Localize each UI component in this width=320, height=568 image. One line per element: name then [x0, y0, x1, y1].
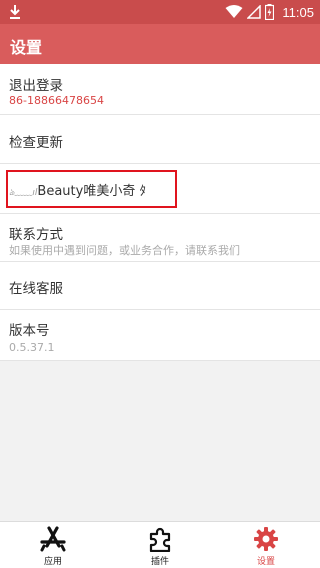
clock: 11:05 — [282, 4, 314, 20]
page-title: 设置 — [10, 38, 43, 57]
nav-item-settings[interactable]: 设置 — [236, 526, 296, 567]
download-icon — [10, 5, 20, 19]
battery-charging-icon — [265, 4, 275, 20]
nav-item-apps[interactable]: 应用 — [23, 526, 83, 567]
contact-description: 如果使用中遇到问题，或业务合作，请联系我们 — [9, 244, 240, 257]
version-label: 版本号 — [9, 323, 50, 339]
contact-row[interactable]: 联系方式 如果使用中遇到问题，或业务合作，请联系我们 — [0, 214, 320, 262]
version-row: 版本号 0.5.37.1 — [0, 310, 320, 361]
nav-item-plugins[interactable]: 插件 — [130, 526, 190, 567]
online-service-row[interactable]: 在线客服 — [0, 262, 320, 310]
logout-label: 退出登录 — [9, 78, 63, 94]
nav-label-settings: 设置 — [256, 557, 275, 567]
wifi-icon — [225, 5, 243, 18]
name-decoration: ঌ﹏﹏ıl — [9, 188, 38, 198]
status-bar: 11:05 — [0, 0, 320, 24]
nav-label-apps: 应用 — [43, 557, 62, 567]
bottom-nav: 应用 插件 设置 — [0, 521, 320, 568]
gear-icon — [254, 527, 278, 551]
contact-label: 联系方式 — [9, 227, 63, 243]
system-tray: 11:05 — [225, 3, 314, 21]
puzzle-icon — [149, 527, 171, 552]
app-bar: 设置 — [0, 24, 320, 64]
check-update-label: 检查更新 — [9, 135, 63, 151]
version-value: 0.5.37.1 — [9, 341, 55, 354]
check-update-row[interactable]: 检查更新 — [0, 115, 320, 164]
nav-label-plugins: 插件 — [150, 557, 169, 567]
logout-row[interactable]: 退出登录 86-18866478654 — [0, 64, 320, 115]
signal-icon — [247, 5, 262, 19]
phone-number: 86-18866478654 — [9, 94, 104, 107]
online-service-label: 在线客服 — [9, 281, 63, 297]
app-store-icon — [40, 526, 66, 552]
account-name-row[interactable]: ঌ﹏﹏ılBeauty唯美小奇 ﾀ — [0, 164, 320, 214]
account-name-label: ঌ﹏﹏ılBeauty唯美小奇 ﾀ — [9, 180, 146, 200]
account-name-text: Beauty唯美小奇 ﾀ — [37, 184, 146, 199]
settings-list: 退出登录 86-18866478654 检查更新 ঌ﹏﹏ılBeauty唯美小奇… — [0, 64, 320, 361]
